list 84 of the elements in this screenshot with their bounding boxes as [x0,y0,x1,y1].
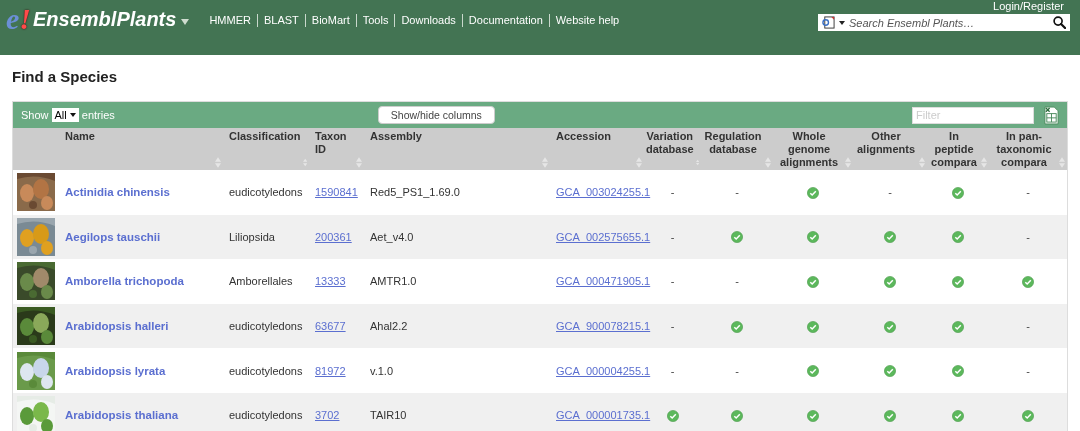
taxon-link[interactable]: 81972 [315,364,346,377]
nav-link[interactable]: HMMER [209,14,257,27]
nav-link[interactable]: Tools [355,14,395,27]
dash-mark: - [1026,320,1030,333]
column-header[interactable]: Classification [229,130,301,168]
species-picker-icon[interactable] [822,16,835,29]
dash-mark: - [670,186,675,199]
dash-mark: - [735,275,739,288]
table-cell: v.1.0 [370,364,394,377]
dash-mark: - [670,320,675,333]
sort-icon[interactable] [981,157,987,168]
nav-link[interactable]: Documentation [461,14,549,27]
dash-mark: - [888,186,892,199]
column-header[interactable]: Name [65,130,213,168]
spreadsheet-export-icon[interactable] [1044,105,1059,125]
accession-link[interactable]: GCA_003024255.1 [556,186,651,199]
login-link[interactable]: Login/Register [993,1,1064,12]
search-field[interactable]: Search Ensembl Plants… [818,14,1070,31]
table-cell: TAIR10 [370,409,407,422]
sort-icon[interactable] [356,157,362,168]
column-header[interactable]: Taxon ID [315,130,354,168]
entries-label: entries [81,109,115,121]
sort-icon[interactable] [919,157,925,168]
caret-icon[interactable] [69,113,76,117]
table-cell: eudicotyledons [229,409,303,422]
search-icon[interactable] [1053,16,1066,29]
page-title: Find a Species [12,68,119,85]
entries-select[interactable]: All [51,108,79,122]
caret-icon[interactable] [839,20,845,25]
show-hide-columns-button[interactable]: Show/hide columns [377,106,495,124]
taxon-link[interactable]: 1590841 [315,186,358,199]
sort-icon[interactable] [302,157,307,168]
dash-mark: - [735,364,739,377]
table-cell: Red5_PS1_1.69.0 [370,186,460,199]
dash-mark: - [670,275,675,288]
accession-link[interactable]: GCA_002575655.1 [556,230,651,243]
species-link[interactable]: Arabidopsis lyrata [65,364,166,377]
species-link[interactable]: Arabidopsis halleri [65,320,169,333]
taxon-link[interactable]: 200361 [315,230,352,243]
column-header[interactable]: Assembly [370,130,540,168]
accession-link[interactable]: GCA_000004255.1 [556,364,651,377]
sort-icon[interactable] [215,157,221,168]
taxon-link[interactable]: 3702 [315,409,340,422]
sort-icon[interactable] [765,157,771,168]
species-link[interactable]: Aegilops tauschii [65,230,161,243]
dash-mark: - [1026,230,1030,243]
nav-link[interactable]: Downloads [394,14,462,27]
column-header[interactable]: Accession [556,130,634,168]
dash-mark: - [1026,364,1030,377]
sort-icon[interactable] [845,157,851,168]
table-cell: AMTR1.0 [370,275,417,288]
column-header[interactable]: Variation database [646,130,694,168]
site-name[interactable]: EnsemblPlants [33,7,177,31]
column-header[interactable]: In pan-taxonomic compara [991,130,1057,168]
taxon-link[interactable]: 13333 [315,275,346,288]
column-header[interactable]: Whole genome alignments [775,130,843,168]
accession-link[interactable]: GCA_900078215.1 [556,320,651,333]
dash-mark: - [735,186,739,199]
table-cell: eudicotyledons [229,364,303,377]
dash-mark: - [670,230,675,243]
species-link[interactable]: Amborella trichopoda [65,275,184,288]
dash-mark: - [670,364,675,377]
species-link[interactable]: Arabidopsis thaliana [65,409,179,422]
table-cell: eudicotyledons [229,320,303,333]
sort-icon[interactable] [1059,157,1065,168]
table-cell: eudicotyledons [229,186,303,199]
nav-link[interactable]: BLAST [256,14,305,27]
sort-icon[interactable] [636,157,642,168]
table-cell: Amborellales [229,275,293,288]
column-header[interactable]: In peptide compara [929,130,979,168]
column-header[interactable]: Other alignments [855,130,917,168]
accession-link[interactable]: GCA_000471905.1 [556,275,651,288]
nav-link[interactable]: BioMart [304,14,356,27]
show-label: Show [21,109,49,121]
table-cell: Ahal2.2 [370,320,408,333]
dash-mark: - [1026,186,1030,199]
nav-link[interactable]: Website help [548,14,626,27]
species-link[interactable]: Actinidia chinensis [65,186,170,199]
sort-icon[interactable] [542,157,548,168]
accession-link[interactable]: GCA_000001735.1 [556,409,651,422]
column-header[interactable]: Regulation database [703,130,763,168]
table-cell: Aet_v4.0 [370,230,414,243]
taxon-link[interactable]: 63677 [315,320,346,333]
table-cell: Liliopsida [229,230,275,243]
